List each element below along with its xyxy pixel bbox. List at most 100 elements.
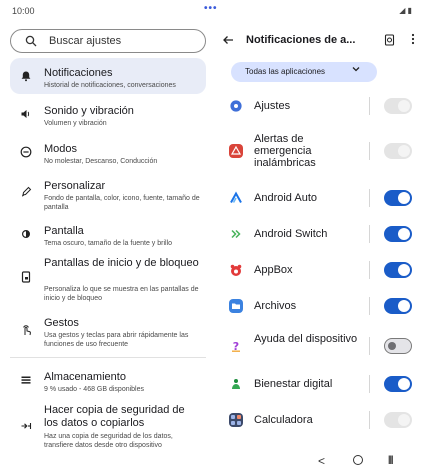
setting-title: Modos (44, 143, 78, 155)
calculator-icon (229, 413, 243, 427)
search-bar[interactable]: Buscar ajustes (10, 29, 206, 53)
setting-subtitle: 9 % usado - 468 GB disponibles (44, 386, 145, 393)
setting-title: Notificaciones (44, 67, 113, 79)
more-options-icon[interactable] (411, 33, 415, 48)
do-not-disturb-icon (20, 146, 32, 158)
app-row-android-auto[interactable]: Android Auto (214, 188, 428, 208)
setting-subtitle: Fondo de pantalla, color, icono, fuente,… (44, 195, 200, 211)
setting-title: Pantalla (44, 225, 84, 237)
app-row-ajustes[interactable]: Ajustes (214, 96, 428, 116)
setting-personalizar[interactable]: Personalizar Fondo de pantalla, color, i… (10, 172, 206, 214)
app-name: Android Auto (254, 192, 317, 204)
setting-title: Sonido y vibración (44, 105, 134, 117)
back-arrow-icon[interactable] (222, 34, 236, 48)
app-name: Archivos (254, 300, 297, 312)
row-divider (369, 375, 370, 393)
search-icon (25, 35, 37, 47)
gesture-icon (20, 324, 32, 336)
row-divider (369, 261, 370, 279)
app-name: Alertas de emergencia inalámbricas (254, 133, 316, 169)
section-divider (10, 357, 206, 358)
signal-battery-icon: ◢ ▮ (399, 6, 412, 15)
setting-gestos[interactable]: Gestos Usa gestos y teclas para abrir rá… (10, 310, 206, 352)
row-divider (369, 97, 370, 115)
setting-subtitle: Usa gestos y teclas para abrir rápidamen… (44, 332, 189, 348)
storage-icon (20, 374, 32, 386)
wellbeing-icon (229, 377, 243, 391)
gear-icon (229, 99, 243, 113)
setting-sonido[interactable]: Sonido y vibración Volumen y vibración (10, 96, 206, 132)
history-icon[interactable] (384, 34, 395, 49)
bell-icon (20, 70, 32, 82)
app-row-bienestar[interactable]: Bienestar digital (214, 374, 428, 394)
appbox-icon (229, 263, 243, 277)
row-divider (369, 337, 370, 355)
notification-toggle[interactable] (384, 226, 412, 242)
app-name: AppBox (254, 264, 293, 276)
notification-toggle (384, 412, 412, 428)
app-row-android-switch[interactable]: Android Switch (214, 224, 428, 244)
row-divider (369, 297, 370, 315)
notification-toggle[interactable] (384, 376, 412, 392)
app-name: Calculadora (254, 414, 313, 426)
folder-icon (229, 299, 243, 313)
app-row-archivos[interactable]: Archivos (214, 296, 428, 316)
android-auto-icon (229, 191, 243, 205)
status-bar: 10:00 ••• ◢ ▮ (0, 0, 428, 24)
android-switch-icon (229, 227, 243, 241)
app-notifications-pane: Notificaciones de a... Todas las aplicac… (214, 24, 428, 444)
palette-icon (20, 186, 32, 198)
row-divider (369, 142, 370, 160)
nav-home-button[interactable] (353, 455, 363, 465)
settings-pane: Buscar ajustes Notificaciones Historial … (0, 24, 214, 449)
multi-window-handle[interactable]: ••• (204, 3, 218, 14)
backup-transfer-icon (20, 420, 32, 432)
app-row-alertas[interactable]: Alertas de emergencia inalámbricas (214, 130, 428, 174)
filter-label: Todas las aplicaciones (245, 67, 326, 76)
nav-recents-button[interactable]: ||| (388, 454, 393, 464)
notification-toggle[interactable] (384, 298, 412, 314)
app-name: Ayuda del dispositivo (254, 333, 358, 345)
search-placeholder: Buscar ajustes (49, 35, 122, 47)
setting-subtitle: Tema oscuro, tamaño de la fuente y brill… (44, 240, 173, 247)
row-divider (369, 411, 370, 429)
warning-icon (229, 144, 243, 158)
notification-toggle[interactable] (384, 338, 412, 354)
brightness-icon (20, 228, 32, 240)
setting-subtitle: Volumen y vibración (44, 120, 107, 127)
notification-toggle (384, 98, 412, 114)
app-name: Android Switch (254, 228, 328, 240)
setting-subtitle: Historial de notificaciones, conversacio… (44, 82, 176, 89)
notification-toggle[interactable] (384, 190, 412, 206)
status-time: 10:00 (12, 6, 35, 16)
setting-pantalla[interactable]: Pantalla Tema oscuro, tamaño de la fuent… (10, 216, 206, 252)
setting-pantallas-inicio[interactable]: Pantallas de inicio y de bloqueo Persona… (10, 254, 206, 308)
setting-title: Gestos (44, 317, 79, 329)
app-name: Ajustes (254, 100, 291, 112)
nav-back-button[interactable]: < (318, 454, 325, 468)
notification-toggle[interactable] (384, 262, 412, 278)
setting-title: Hacer copia de seguridad de los datos o … (44, 404, 185, 429)
lock-screen-icon (20, 271, 32, 283)
notification-toggle (384, 143, 412, 159)
setting-title: Personalizar (44, 180, 106, 192)
page-title: Notificaciones de a... (246, 34, 356, 46)
volume-icon (20, 108, 32, 120)
setting-subtitle: No molestar, Descanso, Conducción (44, 158, 158, 165)
setting-subtitle: Personaliza lo que se muestra en las pan… (44, 286, 199, 302)
setting-modos[interactable]: Modos No molestar, Descanso, Conducción (10, 134, 206, 170)
setting-notificaciones[interactable]: Notificaciones Historial de notificacion… (10, 58, 206, 94)
chevron-down-icon (352, 65, 360, 75)
row-divider (369, 189, 370, 207)
setting-title: Almacenamiento (44, 371, 126, 383)
app-row-ayuda[interactable]: ? Ayuda del dispositivo (214, 330, 428, 362)
filter-dropdown[interactable]: Todas las aplicaciones (231, 62, 377, 82)
app-row-calculadora[interactable]: Calculadora (214, 410, 428, 430)
setting-almacenamiento[interactable]: Almacenamiento 9 % usado - 468 GB dispon… (10, 362, 206, 398)
row-divider (369, 225, 370, 243)
setting-title: Pantallas de inicio y de bloqueo (44, 257, 199, 269)
app-row-appbox[interactable]: AppBox (214, 260, 428, 280)
help-icon: ? (229, 339, 243, 353)
app-name: Bienestar digital (254, 378, 333, 390)
navigation-bar: < ||| (0, 444, 428, 476)
